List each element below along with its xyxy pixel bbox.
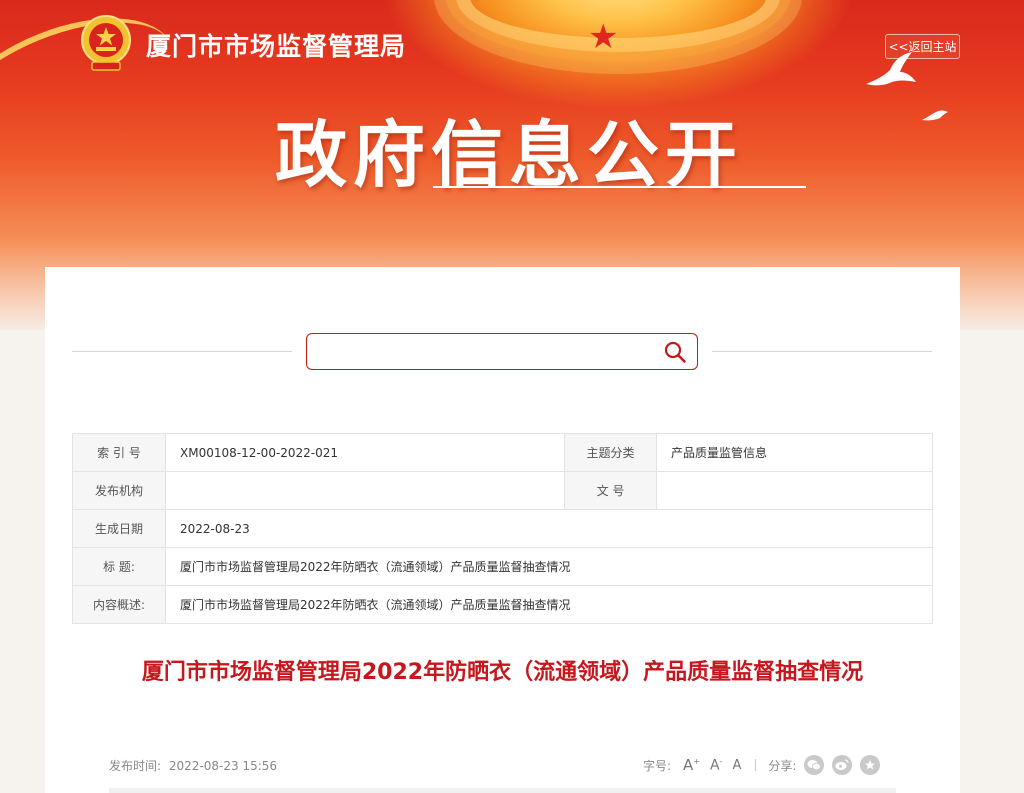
table-row: 索 引 号 XM00108-12-00-2022-021 主题分类 产品质量监管… (72, 433, 933, 472)
topic-label: 主题分类 (564, 433, 657, 472)
site-title: 厦门市市场监督管理局 (146, 32, 407, 61)
docno-label: 文 号 (564, 471, 657, 510)
search-input[interactable] (315, 339, 645, 364)
article-tools: 字号: A+ A- A 分享: (643, 753, 881, 777)
search-icon[interactable] (663, 340, 687, 364)
table-row: 标 题: 厦门市市场监督管理局2022年防晒衣（流通领域）产品质量监督抽查情况 (72, 547, 933, 586)
title-label: 标 题: (72, 547, 166, 586)
summary-value: 厦门市市场监督管理局2022年防晒衣（流通领域）产品质量监督抽查情况 (165, 585, 933, 624)
title-value: 厦门市市场监督管理局2022年防晒衣（流通领域）产品质量监督抽查情况 (165, 547, 933, 586)
content-divider (109, 788, 896, 793)
wechat-icon[interactable] (804, 755, 825, 775)
publisher-label: 发布机构 (72, 471, 166, 510)
divider-left (72, 351, 292, 352)
date-value: 2022-08-23 (165, 509, 933, 548)
dove-small-icon (922, 110, 948, 121)
font-size-small-button[interactable]: A (732, 758, 741, 773)
publish-time-label: 发布时间: (109, 759, 162, 773)
font-size-label: 字号: (643, 758, 672, 773)
content-card: 索 引 号 XM00108-12-00-2022-021 主题分类 产品质量监管… (45, 267, 960, 793)
index-value: XM00108-12-00-2022-021 (165, 433, 565, 472)
docno-value (656, 471, 933, 510)
publisher-value (165, 471, 565, 510)
search-box (306, 333, 698, 370)
tools-divider (755, 759, 757, 771)
share-label: 分享: (768, 758, 797, 773)
font-size-large-button[interactable]: A+ (683, 756, 700, 774)
summary-label: 内容概述: (72, 585, 166, 624)
national-emblem-icon (81, 15, 131, 71)
hero-underline (433, 186, 806, 188)
dove-icon (866, 52, 916, 86)
article-title: 厦门市市场监督管理局2022年防晒衣（流通领域）产品质量监督抽查情况 (141, 660, 864, 685)
weibo-icon[interactable] (832, 755, 853, 775)
index-label: 索 引 号 (72, 433, 166, 472)
divider-right (712, 351, 932, 352)
table-row: 内容概述: 厦门市市场监督管理局2022年防晒衣（流通领域）产品质量监督抽查情况 (72, 585, 933, 624)
metadata-table: 索 引 号 XM00108-12-00-2022-021 主题分类 产品质量监管… (72, 433, 933, 624)
topic-value: 产品质量监管信息 (656, 433, 933, 472)
table-row: 生成日期 2022-08-23 (72, 509, 933, 548)
star-icon: ★ (588, 17, 619, 57)
table-row: 发布机构 文 号 (72, 471, 933, 510)
date-label: 生成日期 (72, 509, 166, 548)
publish-time: 发布时间: 2022-08-23 15:56 (109, 757, 277, 774)
publish-time-value: 2022-08-23 15:56 (168, 759, 278, 773)
favorite-icon[interactable] (860, 755, 881, 775)
font-size-medium-button[interactable]: A- (710, 757, 722, 774)
